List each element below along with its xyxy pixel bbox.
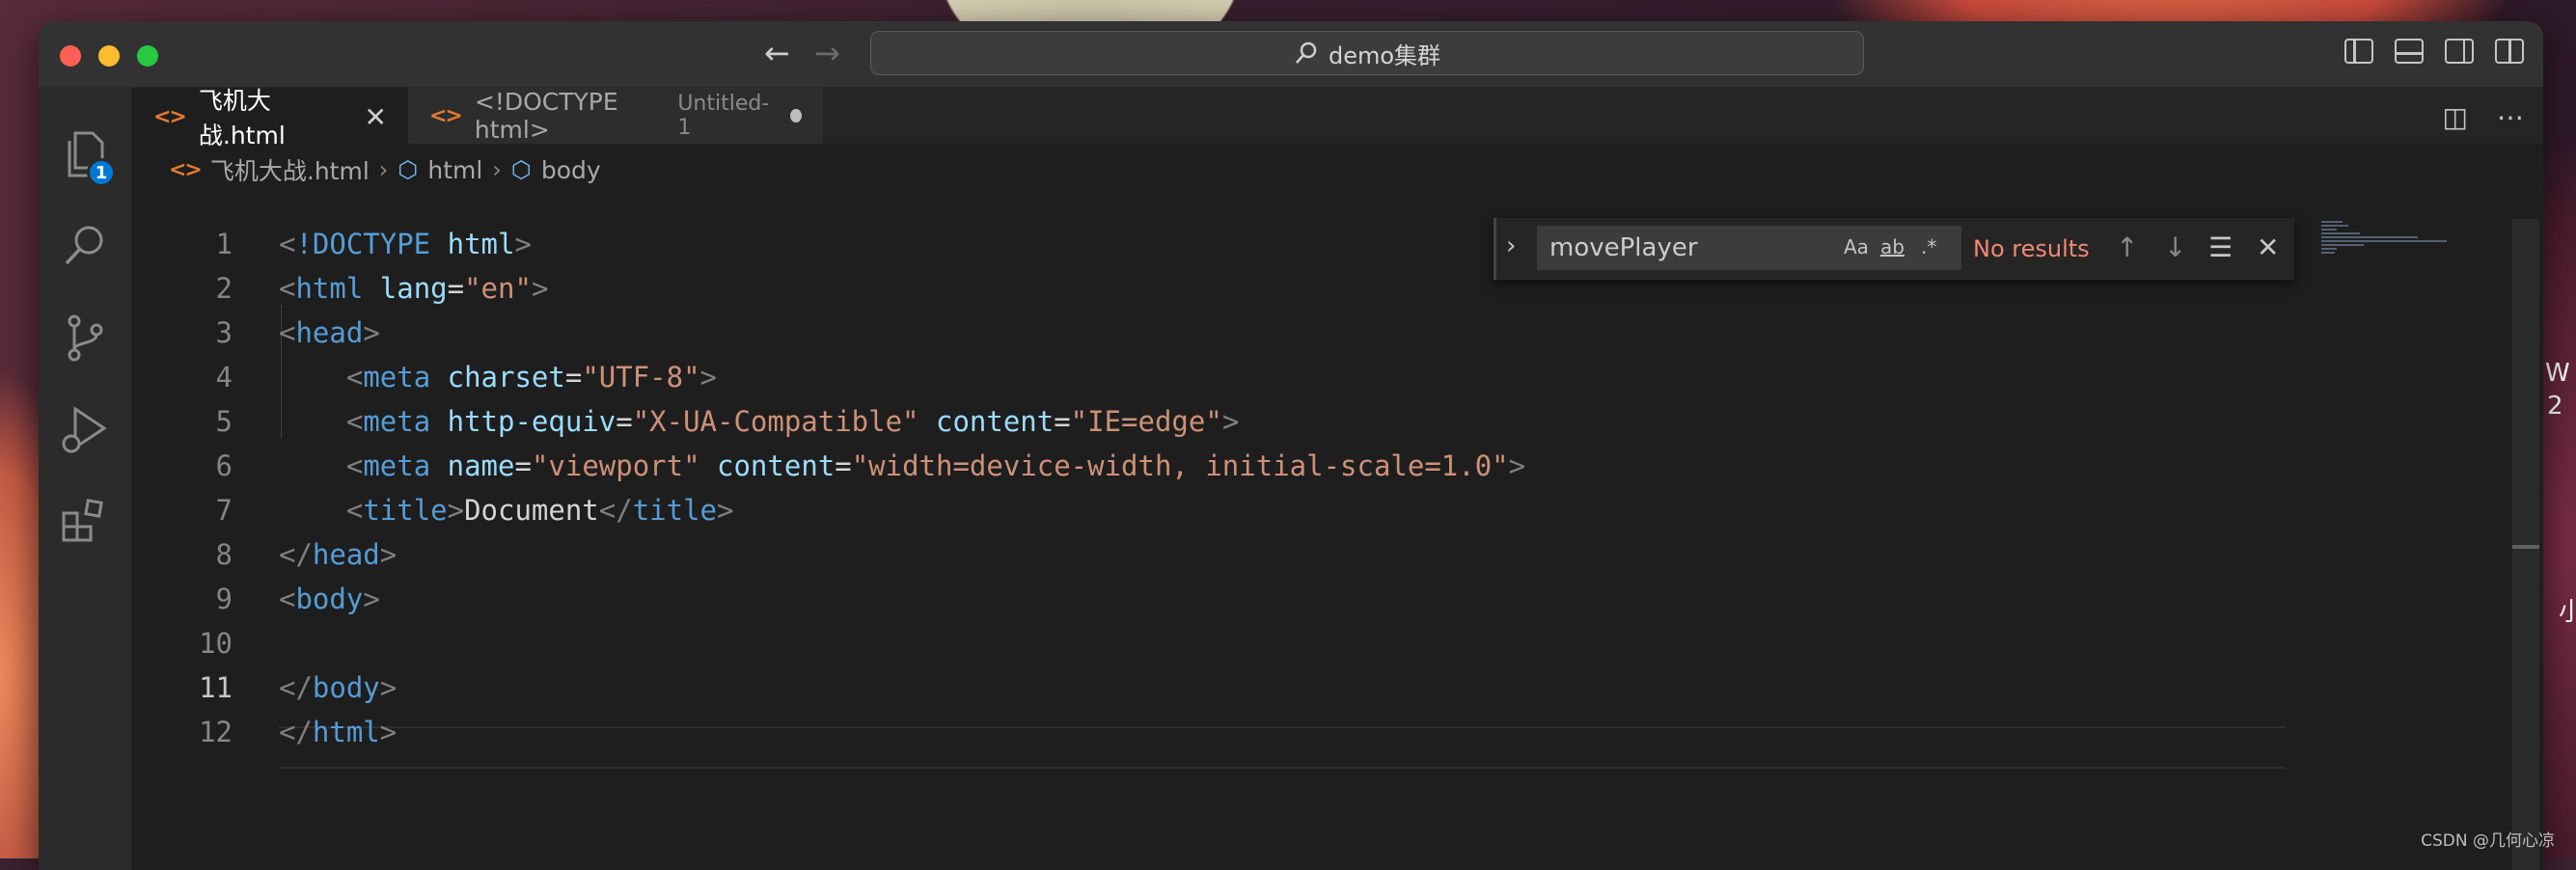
next-match-icon[interactable]: ↓ [2164,231,2186,263]
line-number: 10 [199,627,233,660]
close-window-button[interactable] [60,45,81,67]
line-number: 3 [215,316,233,349]
breadcrumb-item-body[interactable]: body [541,156,601,184]
match-whole-word-icon[interactable]: ab [1880,235,1905,258]
command-center[interactable]: demo集群 [870,31,1864,75]
previous-match-icon[interactable]: ↑ [2116,231,2138,263]
breadcrumb: <> 飞机大战.html › ⬡ html › ⬡ body [169,152,601,187]
find-result-status: No results [1973,235,2090,262]
customize-layout-icon[interactable] [2495,39,2524,64]
tab-label: <!DOCTYPE html> [474,88,618,144]
back-arrow-icon[interactable]: ← [764,35,790,71]
vertical-scrollbar[interactable] [2512,219,2539,870]
desktop-text: 2 [2547,392,2563,421]
source-control-icon[interactable] [60,313,110,363]
explorer-badge: 1 [87,158,116,187]
code-editor[interactable]: 1 <!DOCTYPE html> 2 <html lang="en"> 3 <head>… [132,195,2543,870]
watermark: CSDN @几何心凉 [2421,831,2555,851]
search-icon[interactable] [60,220,110,270]
close-icon[interactable]: ✕ [365,101,387,133]
use-regex-icon[interactable]: .* [1921,235,1936,258]
line-number: 1 [215,228,233,260]
element-cube-icon: ⬡ [510,156,532,183]
line-number: 11 [199,671,233,704]
line-code: <body> [279,583,380,615]
chevron-right-icon: › [378,156,389,183]
scrollbar-marker [2512,545,2539,549]
explorer-icon[interactable]: 1 [60,129,116,187]
search-icon [1296,41,1317,64]
tab-label: 飞机大战.html [198,87,286,150]
find-widget: › Aa ab .* No results ↑ ↓ ☰ ✕ [1494,218,2294,280]
line-code: <meta http-equiv="X-UA-Compatible" conte… [345,405,1240,438]
toggle-secondary-sidebar-icon[interactable] [2445,39,2474,64]
current-line-highlight [279,726,2286,769]
split-editor-icon[interactable]: ◫ [2443,101,2468,133]
tab-untitled[interactable]: <> <!DOCTYPE html> Untitled-1 [408,88,823,144]
forward-arrow-icon[interactable]: → [814,35,840,71]
command-center-label: demo集群 [1328,41,1441,69]
match-case-icon[interactable]: Aa [1844,235,1869,258]
html-file-icon: <> [429,103,463,128]
tab-description: Untitled-1 [677,92,770,140]
line-code: <title>Document</title> [345,494,734,527]
line-code: <html lang="en"> [279,272,549,305]
element-cube-icon: ⬡ [397,156,419,183]
title-bar: ← → demo集群 [39,21,2543,88]
line-code: <head> [279,316,380,349]
line-number: 5 [215,405,233,438]
unsaved-dot-icon[interactable] [790,109,802,122]
desktop-text: W [2545,359,2570,388]
zoom-window-button[interactable] [137,45,158,67]
toggle-panel-icon[interactable] [2395,39,2424,64]
extensions-icon[interactable] [60,496,110,546]
line-number: 12 [199,716,233,748]
line-number: 9 [215,583,233,615]
line-code: </body> [279,671,397,704]
line-number: 4 [215,361,233,394]
layout-controls [2344,39,2524,64]
html-file-icon: <> [153,104,187,129]
breadcrumb-item-html[interactable]: html [427,156,482,184]
toggle-primary-sidebar-icon[interactable] [2344,39,2373,64]
toggle-replace-icon[interactable]: › [1506,231,1516,260]
tab-file-active[interactable]: <> 飞机大战.html ✕ [132,87,408,150]
line-number: 8 [215,538,233,571]
editor-actions: ◫ ⋯ [2443,101,2524,133]
minimize-window-button[interactable] [98,45,120,67]
run-debug-icon[interactable] [60,405,110,455]
line-code: <meta name="viewport" content="width=dev… [345,449,1526,482]
close-find-icon[interactable]: ✕ [2257,231,2279,263]
breadcrumb-item-file[interactable]: 飞机大战.html [210,152,370,187]
minimap[interactable] [2321,219,2456,277]
line-code: </head> [279,538,397,571]
vscode-window: ← → demo集群 1 <> 飞机大战.html ✕ <> <!DOCTYPE… [39,21,2543,870]
find-in-selection-icon[interactable]: ☰ [2208,231,2233,263]
line-number: 6 [215,449,233,482]
line-number: 7 [215,494,233,527]
desktop-text: 小 [2559,598,2576,627]
activity-bar: 1 [39,87,132,870]
line-code: </html> [279,716,397,748]
tab-bar: <> 飞机大战.html ✕ <> <!DOCTYPE html> Untitl… [132,87,2543,150]
html-file-icon: <> [169,157,203,182]
line-code: <meta charset="UTF-8"> [345,361,717,394]
chevron-right-icon: › [492,156,502,183]
line-code: <!DOCTYPE html> [279,228,532,260]
more-actions-icon[interactable]: ⋯ [2497,101,2524,133]
line-number: 2 [215,272,233,305]
